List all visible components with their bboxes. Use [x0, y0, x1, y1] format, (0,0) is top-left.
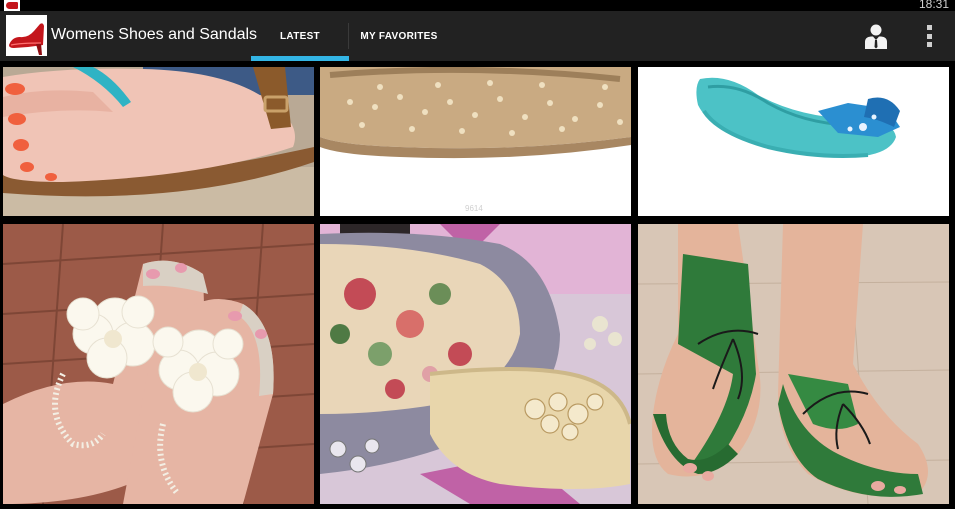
- shoe-grid: 9614: [0, 61, 955, 509]
- shoe-image: 9614: [320, 67, 631, 216]
- profile-icon[interactable]: [863, 23, 889, 49]
- tab-divider: [348, 23, 349, 49]
- shoe-image: [320, 224, 631, 504]
- image-caption: 9614: [465, 204, 483, 213]
- shoe-tile[interactable]: [3, 224, 314, 504]
- app-title: Womens Shoes and Sandals: [51, 26, 258, 43]
- overflow-menu-icon[interactable]: [921, 25, 937, 47]
- shoe-image: [3, 224, 314, 504]
- tab-my-favorites[interactable]: MY FAVORITES: [352, 11, 446, 61]
- status-clock: 18:31: [918, 0, 949, 11]
- shoe-tile[interactable]: [638, 67, 949, 216]
- shoe-image: [638, 67, 949, 216]
- red-high-heel-icon[interactable]: [6, 15, 47, 56]
- shoe-tile[interactable]: [638, 224, 949, 504]
- status-bar: 18:31: [0, 0, 955, 11]
- action-bar: Womens Shoes and Sandals LATEST MY FAVOR…: [0, 11, 955, 61]
- shoe-image: [3, 67, 314, 216]
- shoe-tile[interactable]: [3, 67, 314, 216]
- shoe-image: [638, 224, 949, 504]
- tab-latest-label: LATEST: [280, 30, 320, 42]
- shoe-tile[interactable]: [320, 224, 631, 504]
- red-high-heel-icon: [4, 0, 20, 11]
- tab-latest[interactable]: LATEST: [251, 11, 349, 61]
- tab-my-favorites-label: MY FAVORITES: [360, 30, 438, 42]
- shoe-tile[interactable]: 9614: [320, 67, 631, 216]
